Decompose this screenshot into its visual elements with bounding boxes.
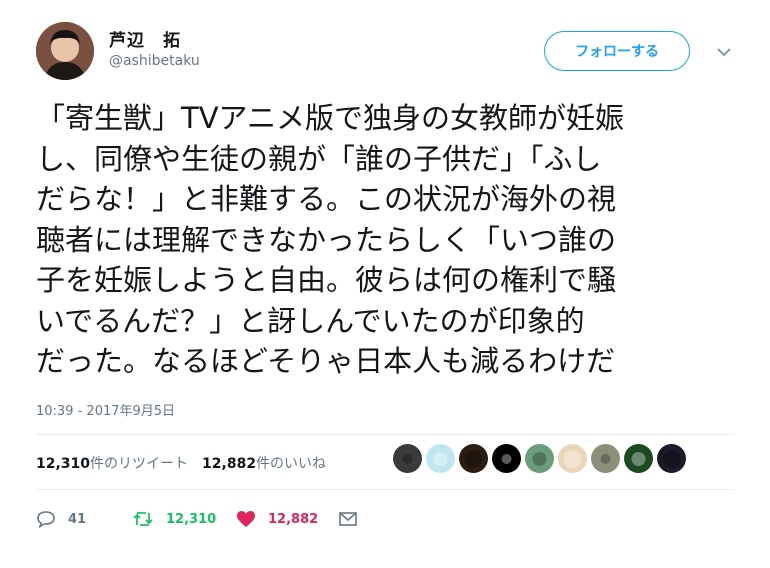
reply-icon (37, 511, 55, 528)
envelope-icon (339, 512, 357, 526)
liker-avatar[interactable] (657, 444, 686, 473)
liker-avatar[interactable] (393, 444, 422, 473)
follow-button[interactable]: フォローする (544, 31, 690, 71)
liker-avatar[interactable] (558, 444, 587, 473)
user-handle[interactable]: @ashibetaku (109, 53, 200, 69)
retweet-button[interactable]: 12,310 (132, 510, 236, 528)
display-name[interactable]: 芦辺 拓 (109, 26, 181, 51)
tweet-line: 聴者には理解できなかったらしく「いつ誰の (36, 222, 617, 257)
likes-stat-label: 件のいいね (256, 456, 327, 472)
like-button[interactable]: 12,882 (236, 510, 338, 528)
engagement-stats: 12,310件のリツイート 12,882件のいいね (36, 453, 326, 473)
tweet-line: だった。なるほどそりゃ日本人も減るわけだ (36, 344, 616, 378)
tweet-text: 「寄生獣」TVアニメ版で独身の女教師が妊娠 し、同僚や生徒の親が「誰の子供だ」「… (36, 98, 736, 382)
tweet-actions: 41 12,310 12,882 (36, 510, 358, 528)
tweet-line: いでるんだ？」と訝しんでいたのが印象的 (36, 303, 585, 338)
retweets-stat-label: 件のリツイート (90, 456, 189, 472)
divider (36, 434, 734, 435)
liker-avatars (393, 444, 686, 473)
heart-icon (237, 511, 255, 527)
retweet-icon (133, 512, 153, 526)
direct-message-button[interactable] (338, 511, 358, 527)
reply-count: 41 (68, 511, 87, 527)
liker-avatar[interactable] (459, 444, 488, 473)
liker-avatar[interactable] (492, 444, 521, 473)
liker-avatar[interactable] (591, 444, 620, 473)
tweet-line: 子を妊娠しようと自由。彼らは何の権利で騒 (36, 263, 617, 297)
liker-avatar[interactable] (624, 444, 653, 473)
reply-button[interactable]: 41 (36, 510, 132, 528)
retweet-count: 12,310 (166, 511, 217, 527)
retweets-stat-count: 12,310 (36, 456, 91, 472)
like-count: 12,882 (268, 511, 319, 527)
tweet-line: 「寄生獣」TVアニメ版で独身の女教師が妊娠 (36, 101, 624, 135)
divider (36, 489, 734, 490)
avatar[interactable] (36, 22, 94, 80)
tweet-line: だらな！」と非難する。この状況が海外の視 (36, 182, 617, 216)
liker-avatar[interactable] (525, 444, 554, 473)
chevron-down-icon[interactable] (716, 43, 732, 57)
likes-stat-count: 12,882 (202, 456, 257, 472)
tweet-line: し、同僚や生徒の親が「誰の子供だ」「ふし (36, 141, 602, 176)
likes-stat[interactable]: 12,882件のいいね (202, 453, 326, 473)
liker-avatar[interactable] (426, 444, 455, 473)
tweet-timestamp[interactable]: 10:39 - 2017年9月5日 (36, 400, 175, 419)
retweets-stat[interactable]: 12,310件のリツイート (36, 453, 188, 473)
